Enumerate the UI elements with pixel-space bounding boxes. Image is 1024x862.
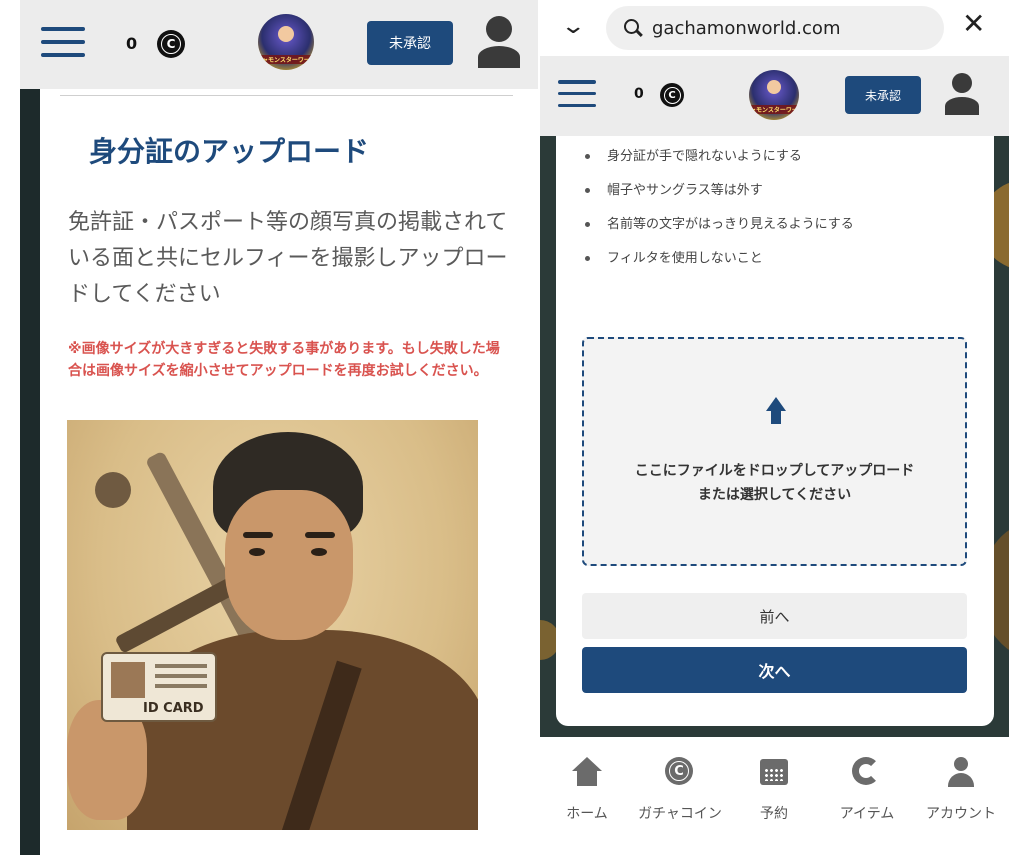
instruction-text: 免許証・パスポート等の顔写真の掲載されている面と共にセルフィーを撮影しアップロー… xyxy=(68,210,508,307)
nav-item-gacha-coin[interactable]: C ガチャコイン xyxy=(633,755,727,823)
coin-icon: C xyxy=(660,83,684,107)
dropzone-text: ここにファイルをドロップしてアップロード または選択してください xyxy=(584,459,965,507)
id-card-graphic: ID CARD xyxy=(101,652,217,722)
coin-icon: C xyxy=(157,30,185,58)
nav-label: 予約 xyxy=(760,806,788,822)
verification-status-button[interactable]: 未承認 xyxy=(367,21,453,65)
search-icon xyxy=(624,19,643,37)
list-item: フィルタを使用しないこと xyxy=(585,250,854,284)
dropzone-line1: ここにファイルをドロップしてアップロード xyxy=(634,463,915,479)
nav-label: ガチャコイン xyxy=(638,806,722,822)
list-item: 名前等の文字がはっきり見えるようにする xyxy=(585,216,854,250)
hamburger-menu-icon[interactable] xyxy=(41,27,85,57)
coin-count: 0 xyxy=(634,86,644,102)
app-header: 0 C ガチャモンスターワールド 未承認 xyxy=(540,56,1009,136)
photo-tips-list: 身分証が手で隠れないようにする 帽子やサングラス等は外す 名前等の文字がはっきり… xyxy=(585,148,854,284)
nav-label: ホーム xyxy=(566,806,608,822)
prev-button[interactable]: 前へ xyxy=(582,593,967,639)
nav-item-home[interactable]: ホーム xyxy=(540,755,634,823)
url-text: gachamonworld.com xyxy=(652,17,841,39)
warning-text: ※画像サイズが大きすぎると失敗する事があります。もし失敗した場合は画像サイズを縮… xyxy=(68,341,500,379)
id-card-label: ID CARD xyxy=(143,701,204,716)
verification-status-button[interactable]: 未承認 xyxy=(845,76,921,114)
right-screen: ⌄ gachamonworld.com ✕ 0 C ガチャモンスターワールド 未… xyxy=(540,0,1009,855)
coin-count: 0 xyxy=(126,34,138,53)
file-dropzone[interactable]: ここにファイルをドロップしてアップロード または選択してください xyxy=(582,337,967,566)
nav-item-account[interactable]: アカウント xyxy=(914,755,1008,823)
selfie-example-illustration: ID CARD xyxy=(67,420,478,830)
list-item: 帽子やサングラス等は外す xyxy=(585,182,854,216)
page-title: 身分証のアップロード xyxy=(89,135,370,168)
chevron-down-icon[interactable]: ⌄ xyxy=(560,14,586,39)
nav-label: アカウント xyxy=(926,806,996,822)
item-icon xyxy=(850,755,884,789)
divider xyxy=(60,95,513,96)
account-avatar-icon[interactable] xyxy=(478,16,520,70)
site-logo[interactable]: ガチャモンスターワールド xyxy=(258,14,314,70)
nav-label: アイテム xyxy=(839,806,895,822)
logo-text: ガチャモンスターワールド xyxy=(258,55,314,64)
hamburger-menu-icon[interactable] xyxy=(558,80,596,107)
calendar-icon xyxy=(757,755,791,789)
nav-item-reservation[interactable]: 予約 xyxy=(727,755,821,823)
logo-text: ガチャモンスターワールド xyxy=(749,105,799,114)
app-header: 0 C ガチャモンスターワールド 未承認 xyxy=(20,0,538,89)
home-icon xyxy=(570,755,604,789)
bottom-nav: ホーム C ガチャコイン 予約 アイテム アカウント xyxy=(540,737,1009,855)
coin-icon: C xyxy=(663,755,697,789)
site-logo[interactable]: ガチャモンスターワールド xyxy=(749,70,799,120)
browser-bar: ⌄ gachamonworld.com ✕ xyxy=(540,0,1009,56)
dropzone-line2: または選択してください xyxy=(697,487,852,503)
account-icon xyxy=(944,755,978,789)
nav-item-items[interactable]: アイテム xyxy=(820,755,914,823)
account-avatar-icon[interactable] xyxy=(945,73,979,117)
close-icon[interactable]: ✕ xyxy=(962,10,985,38)
address-bar[interactable]: gachamonworld.com xyxy=(606,6,944,50)
list-item: 身分証が手で隠れないようにする xyxy=(585,148,854,182)
next-button[interactable]: 次へ xyxy=(582,647,967,693)
upload-arrow-icon xyxy=(766,397,786,427)
